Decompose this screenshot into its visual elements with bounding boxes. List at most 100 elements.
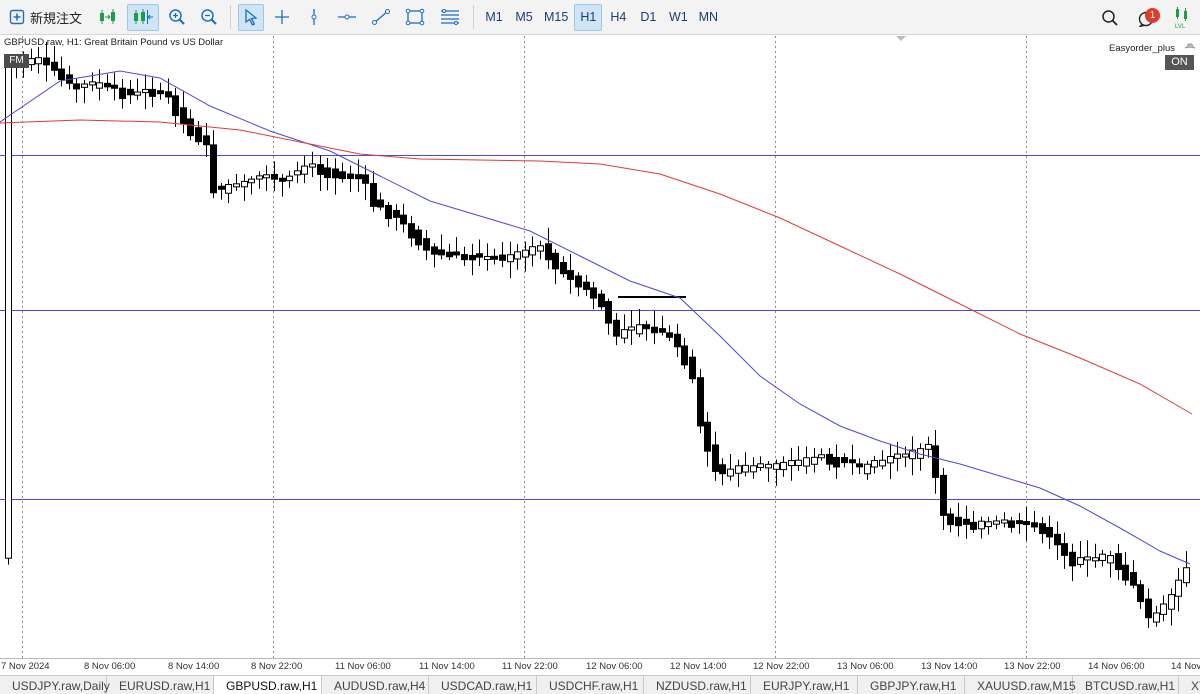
- symbol-tab[interactable]: XTI: [1179, 676, 1200, 694]
- shapes-tool-button[interactable]: [400, 4, 430, 31]
- bear-candle: [172, 95, 179, 117]
- bear-candle: [1046, 526, 1053, 538]
- symbol-tab[interactable]: USDJPY.raw,Daily: [0, 676, 110, 694]
- bear-candle: [317, 164, 324, 175]
- bear-candle: [856, 463, 863, 468]
- symbol-tab[interactable]: USDCHF.raw,H1: [537, 676, 644, 694]
- symbol-tab[interactable]: BTCUSD.raw,H1: [1073, 676, 1179, 694]
- bull-candle: [864, 463, 871, 475]
- time-axis-label: 7 Nov 2024: [1, 661, 50, 672]
- timeframe-m15-button[interactable]: M15: [540, 4, 572, 31]
- bull-candle: [780, 461, 787, 471]
- timeframe-h4-button[interactable]: H4: [604, 4, 632, 31]
- bull-candle: [1001, 519, 1008, 524]
- bull-candle: [89, 81, 96, 86]
- chart-canvas[interactable]: [0, 36, 1200, 658]
- crosshair-icon: [273, 8, 291, 26]
- symbol-tab[interactable]: EURJPY.raw,H1: [751, 676, 858, 694]
- horizontal-line-tool-button[interactable]: [332, 4, 362, 31]
- bear-candle: [552, 252, 559, 270]
- bear-candle: [499, 254, 506, 261]
- bull-candle: [811, 456, 818, 465]
- bear-candle: [157, 90, 164, 95]
- bear-candle: [180, 107, 187, 125]
- bear-candle: [545, 243, 552, 261]
- bear-candle: [187, 118, 194, 137]
- time-axis-label: 14 Nov 06:00: [1088, 661, 1145, 672]
- bull-candle: [1084, 556, 1091, 561]
- bear-candle: [400, 214, 407, 225]
- bear-candle: [51, 61, 58, 71]
- bear-candle: [431, 246, 438, 255]
- timeframe-m1-button[interactable]: M1: [480, 4, 508, 31]
- bear-candle: [461, 254, 468, 261]
- bear-candle: [613, 319, 620, 337]
- notifications-button[interactable]: 1: [1132, 4, 1162, 31]
- timeframe-h1-button[interactable]: H1: [574, 3, 603, 31]
- symbol-tab[interactable]: EURUSD.raw,H1: [107, 676, 214, 694]
- bear-candle: [666, 332, 673, 338]
- bull-candle: [765, 463, 772, 469]
- bull-candle: [142, 88, 149, 94]
- crosshair-tool-button[interactable]: [268, 4, 296, 31]
- bear-candle: [841, 457, 848, 464]
- bear-candle: [1016, 520, 1023, 525]
- price-chart[interactable]: GBPUSD.raw, H1: Great Britain Pound vs U…: [0, 36, 1200, 658]
- timeframe-mn-button[interactable]: MN: [694, 4, 722, 31]
- bear-candle: [1008, 520, 1015, 528]
- trendline-tool-button[interactable]: [366, 4, 396, 31]
- bull-candle: [1077, 557, 1084, 565]
- bear-candle: [719, 464, 726, 475]
- bull-candle: [795, 459, 802, 466]
- algo-trading-button[interactable]: [93, 4, 123, 31]
- expert-advisor-status[interactable]: ON: [1165, 55, 1194, 70]
- timeframe-d1-button[interactable]: D1: [634, 4, 662, 31]
- bull-candle: [628, 326, 635, 331]
- bull-candle: [309, 163, 316, 168]
- bull-candle: [263, 174, 270, 179]
- bull-candle: [1183, 567, 1190, 584]
- timeframe-w1-button[interactable]: W1: [664, 4, 692, 31]
- timeframe-m5-button[interactable]: M5: [510, 4, 538, 31]
- zoom-in-button[interactable]: [163, 4, 191, 31]
- bull-candle: [750, 465, 757, 473]
- vertical-line-tool-button[interactable]: [300, 4, 328, 31]
- signal-level-button[interactable]: LVL: [1168, 4, 1196, 31]
- bear-candle: [1061, 543, 1068, 556]
- new-order-button[interactable]: 新規注文: [2, 4, 89, 31]
- bear-candle: [73, 83, 80, 90]
- symbol-tab[interactable]: NZDUSD.raw,H1: [644, 676, 751, 694]
- bear-candle: [104, 82, 111, 88]
- bear-candle: [385, 204, 392, 220]
- zoom-in-icon: [168, 8, 186, 26]
- bull-candle: [484, 256, 491, 261]
- toolbar-separator: [230, 5, 232, 29]
- bear-candle: [651, 326, 658, 334]
- symbol-tab[interactable]: AUDUSD.raw,H4: [322, 676, 429, 694]
- bull-candle: [879, 459, 886, 467]
- search-button[interactable]: [1096, 4, 1124, 31]
- bear-candle: [127, 88, 134, 96]
- time-axis-label: 11 Nov 14:00: [419, 661, 475, 672]
- bear-candle: [1031, 522, 1038, 528]
- bull-candle: [294, 170, 301, 176]
- bull-candle: [1175, 579, 1182, 597]
- bear-candle: [704, 421, 711, 452]
- zoom-out-button[interactable]: [195, 4, 223, 31]
- bear-candle: [643, 324, 650, 330]
- bull-candle: [887, 455, 894, 464]
- chart-shift-button[interactable]: [127, 3, 160, 31]
- bull-candle: [1099, 553, 1106, 561]
- symbol-tab[interactable]: GBPJPY.raw,H1: [858, 676, 965, 694]
- symbol-tab[interactable]: GBPUSD.raw,H1: [214, 676, 322, 694]
- symbol-tab[interactable]: XAUUSD.raw,M15: [965, 676, 1076, 694]
- bull-candle: [537, 245, 544, 252]
- bull-candle: [233, 183, 240, 188]
- bull-candle: [1160, 603, 1167, 615]
- symbol-tab[interactable]: USDCAD.raw,H1: [429, 676, 537, 694]
- cursor-tool-button[interactable]: [238, 3, 265, 31]
- bull-candle: [522, 249, 529, 258]
- fibonacci-tool-button[interactable]: [434, 4, 466, 31]
- bear-candle: [203, 135, 210, 146]
- bull-candle: [256, 175, 263, 180]
